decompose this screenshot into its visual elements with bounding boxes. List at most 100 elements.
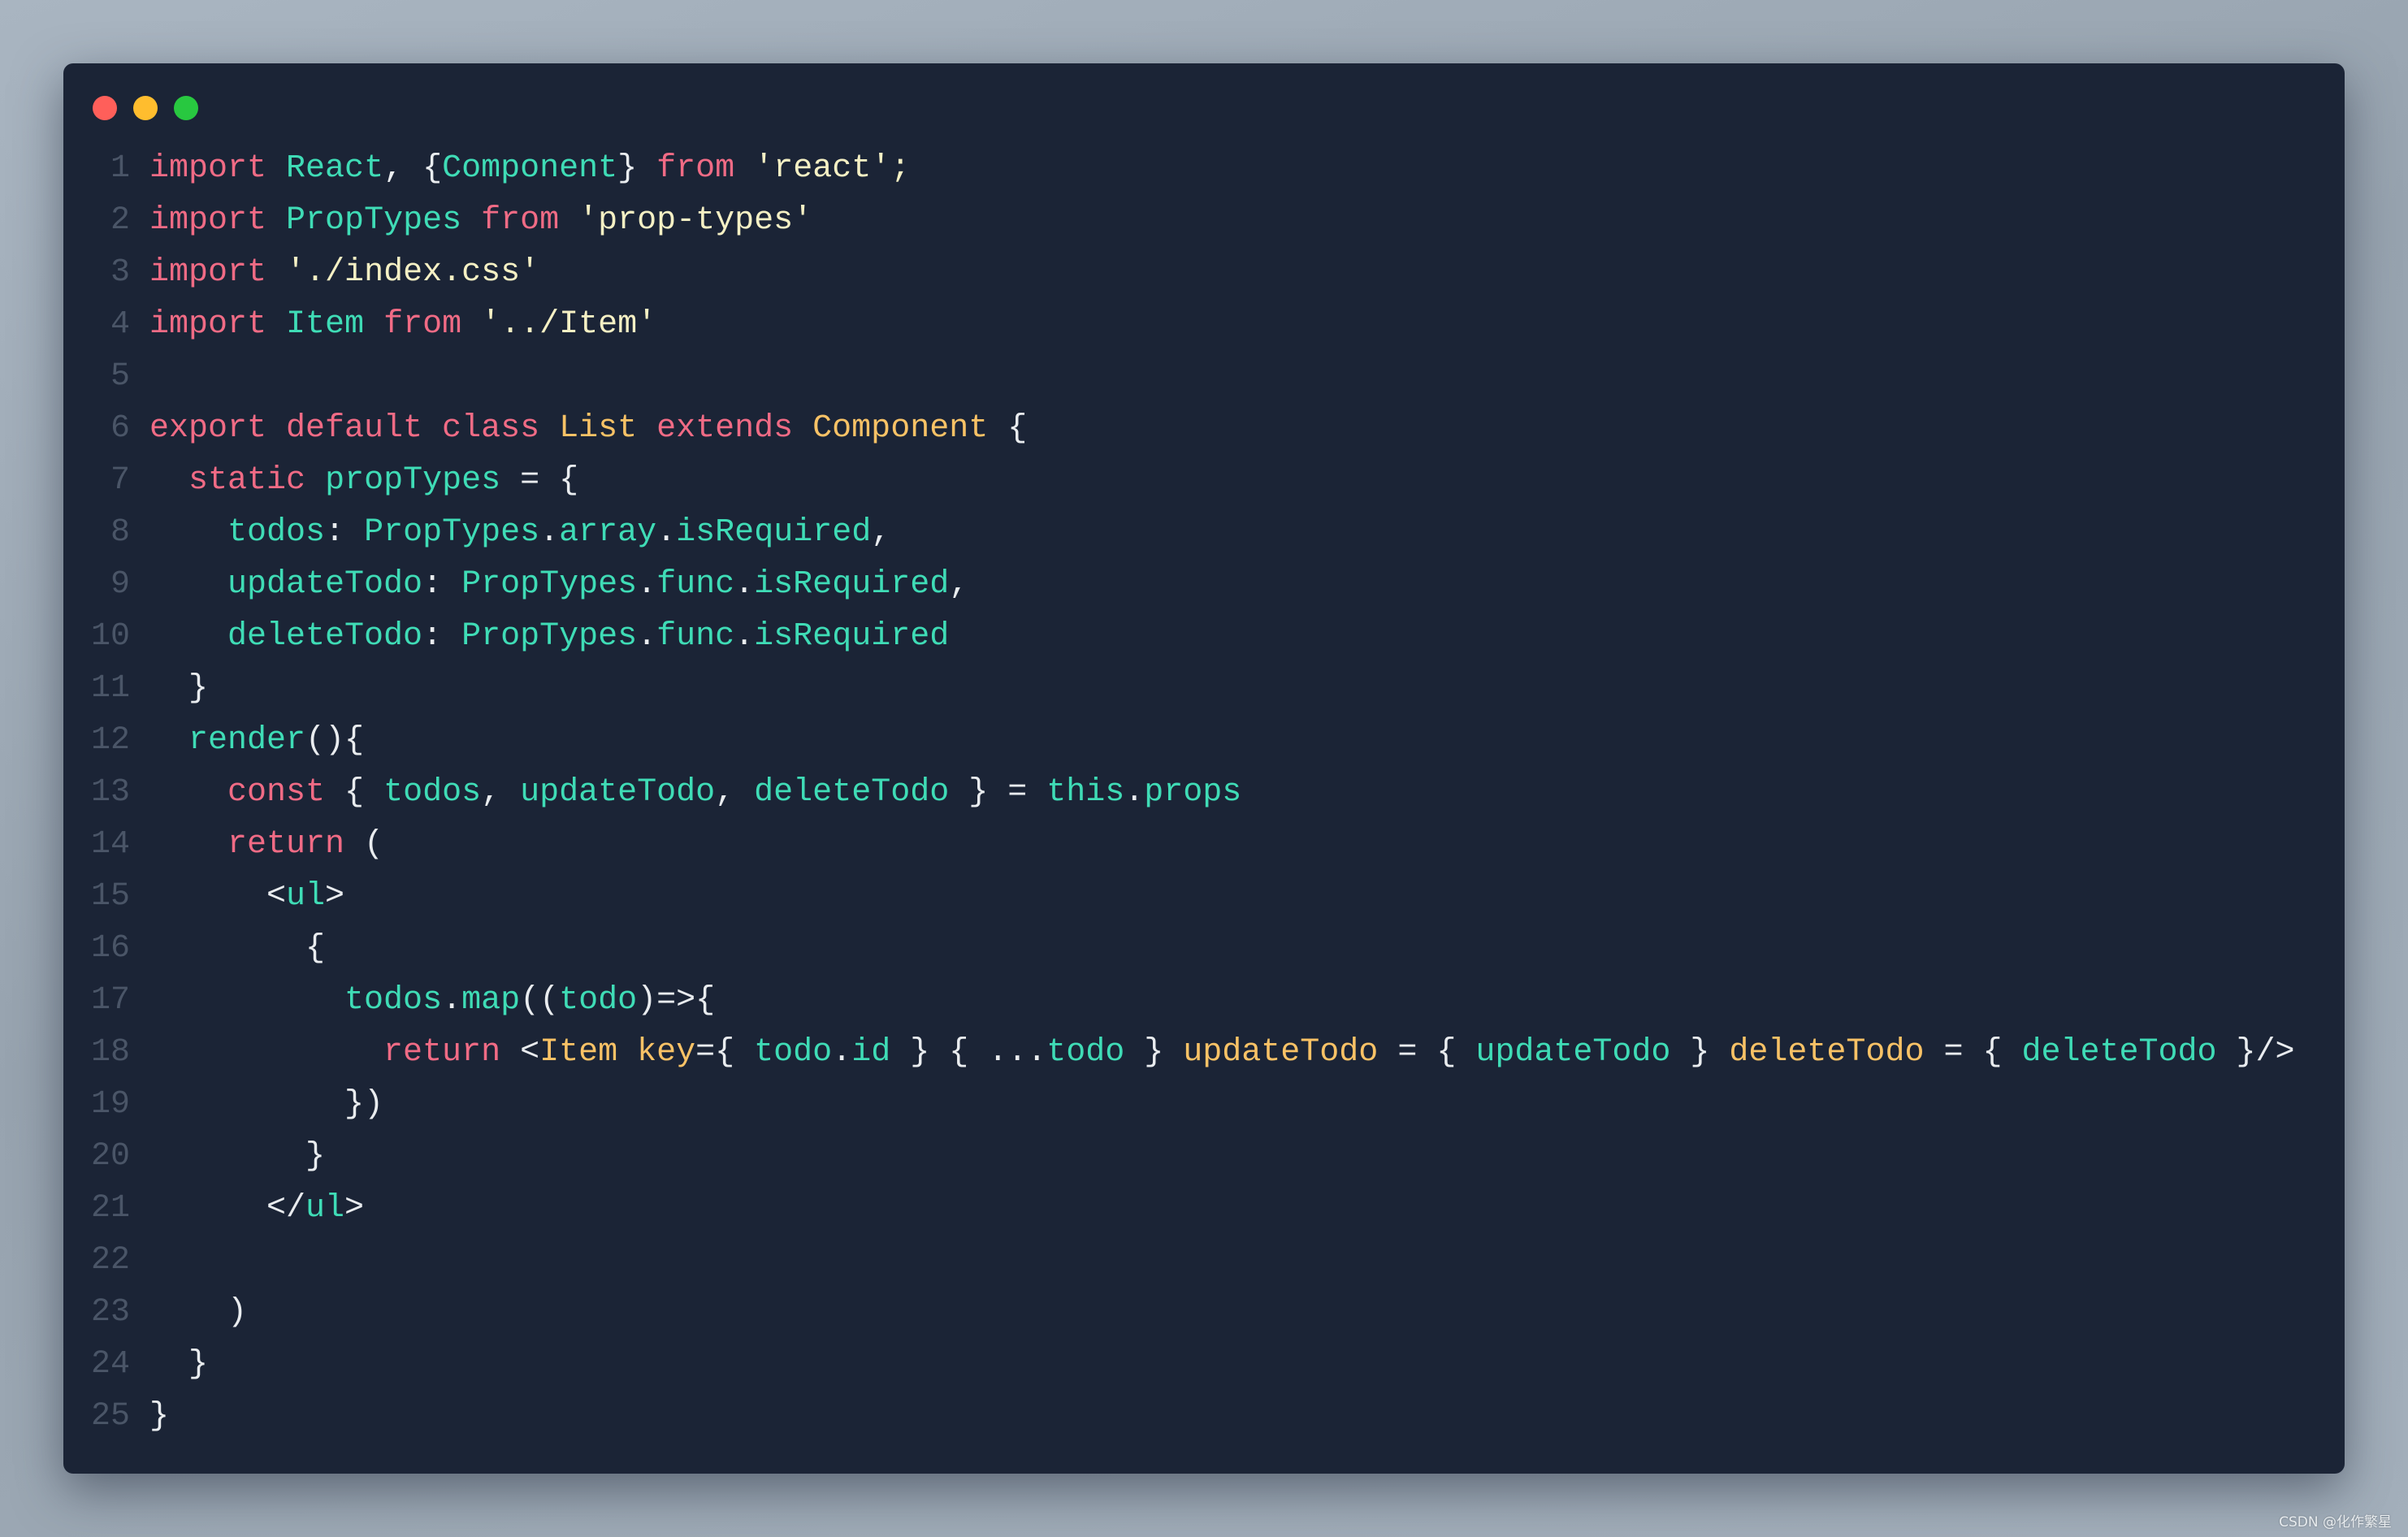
code-token: {	[325, 774, 384, 811]
code-token: } =	[949, 774, 1047, 811]
line-number: 21	[90, 1190, 130, 1227]
code-line: 4 import Item from '../Item'	[63, 299, 2345, 351]
code-line: 12 render(){	[63, 715, 2345, 767]
code-text: import React, {Component} from 'react';	[149, 143, 910, 195]
code-token: )=>{	[637, 982, 716, 1019]
code-window: 1 import React, {Component} from 'react';…	[63, 63, 2345, 1474]
code-token: :	[325, 514, 365, 551]
line-number: 14	[90, 826, 130, 863]
close-button[interactable]	[93, 96, 117, 120]
code-token: todos	[227, 514, 326, 551]
code-token: React	[286, 150, 384, 187]
code-line: 3 import './index.css'	[63, 247, 2345, 299]
line-number: 12	[90, 722, 130, 759]
code-text: <ul>	[149, 871, 344, 923]
code-token: props	[1144, 774, 1242, 811]
code-line: 23 )	[63, 1287, 2345, 1339]
code-token: const	[227, 774, 326, 811]
code-line: 18 return <Item key={ todo.id } { ...tod…	[63, 1027, 2345, 1079]
code-token: ul	[286, 878, 326, 915]
code-token: isRequired	[754, 618, 950, 655]
code-token: todos	[383, 774, 482, 811]
code-token: Component	[442, 150, 618, 187]
code-token: deleteTodo	[227, 618, 423, 655]
code-token: })	[149, 1086, 384, 1123]
code-line: 6 export default class List extends Compo…	[63, 403, 2345, 455]
code-token: static	[188, 462, 306, 499]
code-token: }	[149, 1138, 326, 1175]
code-token: >	[344, 1190, 365, 1227]
line-number: 10	[90, 618, 130, 655]
code-token: = {	[500, 462, 579, 499]
code-token: import	[149, 306, 267, 343]
code-token: this	[1046, 774, 1125, 811]
code-token: todos	[344, 982, 443, 1019]
code-token: .	[656, 514, 677, 551]
code-token: .	[442, 982, 462, 1019]
code-token: isRequired	[676, 514, 872, 551]
code-token: deleteTodo	[2021, 1034, 2217, 1071]
maximize-button[interactable]	[174, 96, 198, 120]
code-line: 21 </ul>	[63, 1183, 2345, 1235]
line-number: 24	[90, 1346, 130, 1383]
code-token: import	[149, 150, 267, 187]
code-text: </ul>	[149, 1183, 364, 1235]
code-line: 25}	[63, 1391, 2345, 1443]
line-number: 11	[90, 670, 130, 707]
line-number: 13	[90, 774, 130, 811]
line-number: 17	[90, 982, 130, 1019]
code-token: PropTypes	[461, 618, 638, 655]
code-token: {	[149, 930, 326, 967]
code-token: from	[383, 306, 462, 343]
code-line: 14 return (	[63, 819, 2345, 871]
code-token: }	[149, 1398, 170, 1435]
code-line: 16 {	[63, 923, 2345, 975]
code-text: import Item from '../Item'	[149, 299, 656, 351]
code-text: import './index.css'	[149, 247, 539, 299]
code-text: }	[149, 1339, 208, 1391]
code-line: 17 todos.map((todo)=>{	[63, 975, 2345, 1027]
code-token: } { ...	[890, 1034, 1047, 1071]
code-line: 9 updateTodo: PropTypes.func.isRequired,	[63, 559, 2345, 611]
code-line: 24 }	[63, 1339, 2345, 1391]
code-text: static propTypes = {	[149, 455, 578, 507]
code-token: .	[637, 618, 657, 655]
code-text: render(){	[149, 715, 364, 767]
code-token: }	[617, 150, 657, 187]
code-token: key	[637, 1034, 696, 1071]
code-token: export default class	[149, 410, 540, 447]
code-token: render	[188, 722, 306, 759]
line-number: 9	[110, 566, 130, 603]
code-token: :	[422, 618, 462, 655]
code-text: updateTodo: PropTypes.func.isRequired,	[149, 559, 968, 611]
code-token: <	[149, 878, 287, 915]
code-token: Component	[812, 410, 989, 447]
line-number: 18	[90, 1034, 130, 1071]
code-line: 2 import PropTypes from 'prop-types'	[63, 195, 2345, 247]
code-token: }/>	[2216, 1034, 2295, 1071]
code-token: PropTypes	[364, 514, 540, 551]
code-token: Item	[539, 1034, 618, 1071]
code-line: 5	[63, 351, 2345, 403]
line-number: 16	[90, 930, 130, 967]
code-token: ,	[871, 514, 891, 551]
code-token: .	[832, 1034, 852, 1071]
code-token: List	[559, 410, 638, 447]
code-line: 7 static propTypes = {	[63, 455, 2345, 507]
code-token: (){	[305, 722, 365, 759]
code-line: 8 todos: PropTypes.array.isRequired,	[63, 507, 2345, 559]
code-line: 11 }	[63, 663, 2345, 715]
minimize-button[interactable]	[133, 96, 158, 120]
